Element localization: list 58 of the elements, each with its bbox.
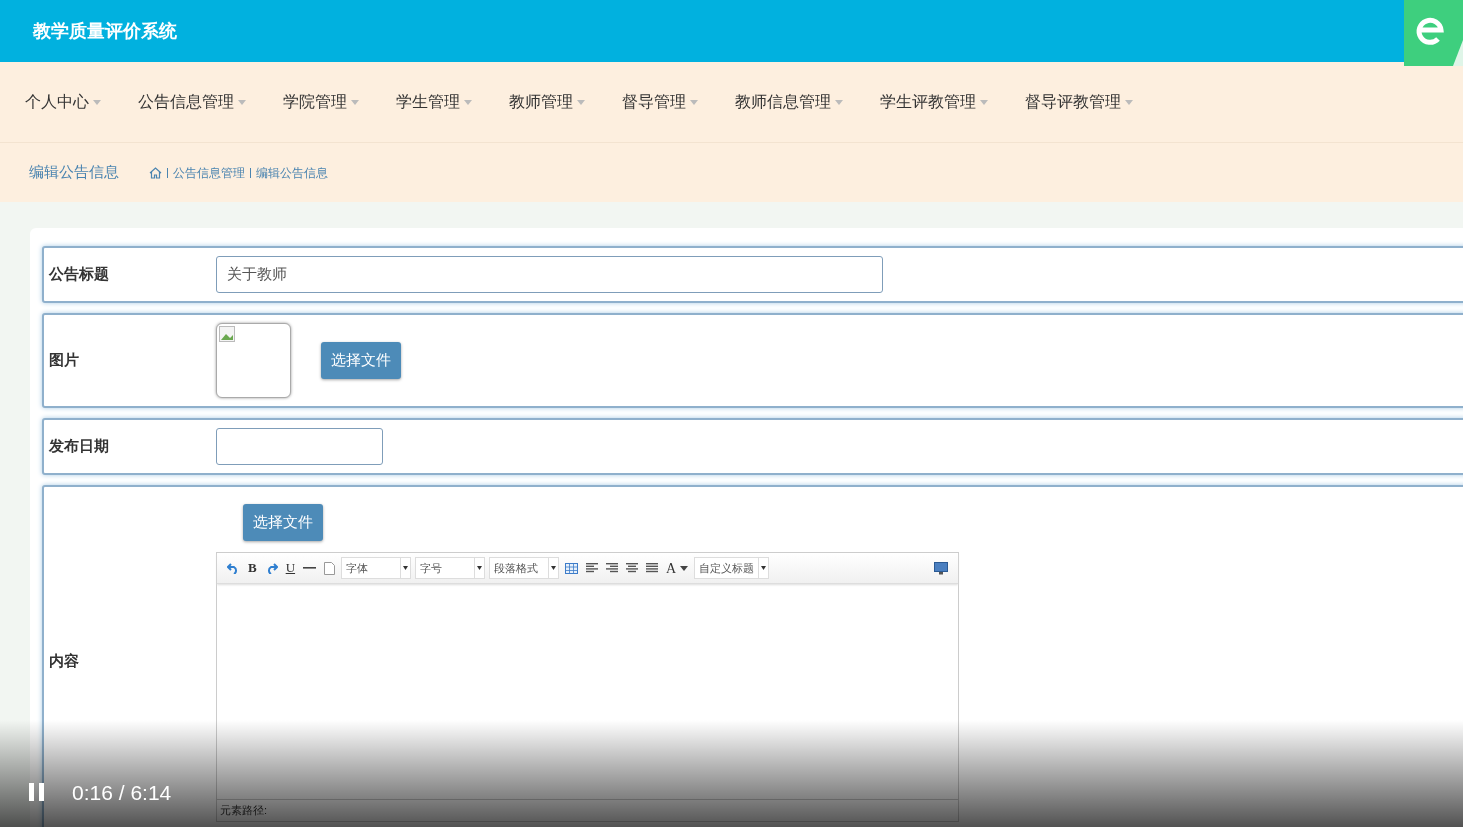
caret-icon [980,99,988,105]
horizontal-rule-icon[interactable] [303,566,317,570]
align-center-icon[interactable] [626,563,639,573]
app-title: 教学质量评价系统 [33,19,177,43]
playback-time: 0:16 / 6:14 [72,782,172,803]
rich-text-editor[interactable]: B U 字体 字号 段落格式 A 自定义标题 元素路径: [216,552,959,822]
caret-icon [477,566,483,570]
caret-icon [577,99,585,105]
field-label: 图片 [49,350,79,371]
date-input[interactable] [216,428,383,465]
nav-menu[interactable]: 学生管理 [396,90,472,114]
browser-logo-icon [1404,0,1463,66]
nav-menu[interactable]: 公告信息管理 [138,90,246,114]
nav-menu[interactable]: 个人中心 [25,90,101,114]
caret-icon [761,566,767,570]
caret-icon [93,99,101,105]
nav-menu[interactable]: 教师管理 [509,90,585,114]
caret-icon [690,99,698,105]
choose-file-button[interactable]: 选择文件 [243,504,323,541]
pause-button[interactable] [28,782,46,802]
breadcrumb-item[interactable]: 公告信息管理 [173,163,245,182]
breadcrumb-item: 编辑公告信息 [256,164,328,182]
nav-menu[interactable]: 学院管理 [283,90,359,114]
choose-file-button[interactable]: 选择文件 [321,342,401,379]
caret-icon [351,99,359,105]
title-input[interactable]: 关于教师 [216,256,883,293]
monitor-icon[interactable] [934,561,948,575]
toolbar-select[interactable]: 字体 [341,557,412,579]
caret-icon [551,566,557,570]
caret-icon [238,99,246,105]
font-color-button[interactable]: A [666,557,689,579]
nav-menu[interactable]: 督导管理 [622,90,698,114]
justify-icon[interactable] [646,563,659,573]
caret-icon [1125,99,1133,105]
toolbar-select[interactable]: 段落格式 [489,557,560,579]
field-label: 发布日期 [49,436,109,457]
align-left-icon[interactable] [586,563,599,573]
field-label: 公告标题 [49,264,109,285]
undo-icon[interactable] [227,562,240,574]
broken-image-icon [219,326,235,342]
caret-icon [680,565,689,571]
page-heading: 编辑公告信息 [29,162,119,183]
table-icon[interactable] [565,562,579,574]
toolbar-select[interactable]: 自定义标题 [694,557,770,579]
field-label: 内容 [49,651,79,671]
home-icon[interactable] [149,166,162,179]
caret-icon [835,99,843,105]
toolbar-select[interactable]: 字号 [415,557,486,579]
bold-button[interactable]: B [248,558,257,578]
align-right-icon[interactable] [606,563,619,573]
nav-menu[interactable]: 督导评教管理 [1025,90,1133,114]
element-path-label: 元素路径: [220,803,268,819]
underline-button[interactable]: U [285,558,296,578]
caret-icon [403,566,409,570]
nav-menu[interactable]: 教师信息管理 [735,90,843,114]
nav-menu[interactable]: 学生评教管理 [880,90,988,114]
page-icon[interactable] [324,561,336,575]
caret-icon [464,99,472,105]
